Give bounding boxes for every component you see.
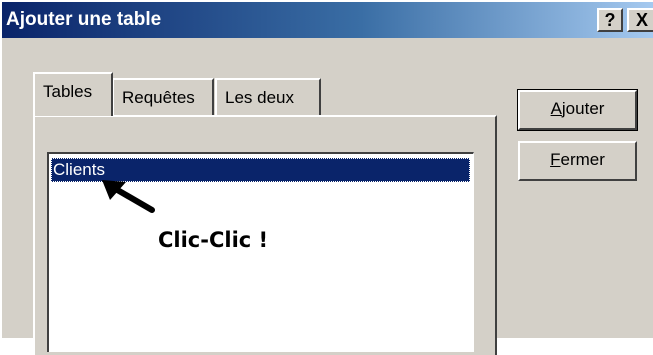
close-button[interactable]: X (627, 8, 653, 32)
annotation-text: Clic-Clic ! (158, 228, 269, 252)
window-title: Ajouter une table (6, 9, 162, 30)
arrow-icon (102, 180, 155, 213)
tab-requetes-label: Requêtes (122, 88, 195, 107)
fermer-label-rest: ermer (560, 150, 605, 169)
tab-les-deux-label: Les deux (225, 88, 294, 107)
tab-requetes[interactable]: Requêtes (112, 78, 214, 116)
tab-les-deux[interactable]: Les deux (215, 78, 321, 116)
fermer-mnemonic: F (550, 150, 561, 169)
help-button[interactable]: ? (597, 8, 623, 32)
ajouter-label-rest: jouter (561, 99, 605, 118)
fermer-button[interactable]: Fermer (518, 141, 637, 181)
ajouter-button[interactable]: Ajouter (517, 89, 638, 131)
ajouter-mnemonic: A (550, 99, 562, 118)
add-table-dialog: Ajouter une table ? X Tables Requêtes Le… (0, 0, 653, 355)
tab-tables[interactable]: Tables (33, 72, 113, 116)
tab-tables-label: Tables (43, 82, 93, 101)
title-bar[interactable]: Ajouter une table ? X (2, 2, 653, 38)
